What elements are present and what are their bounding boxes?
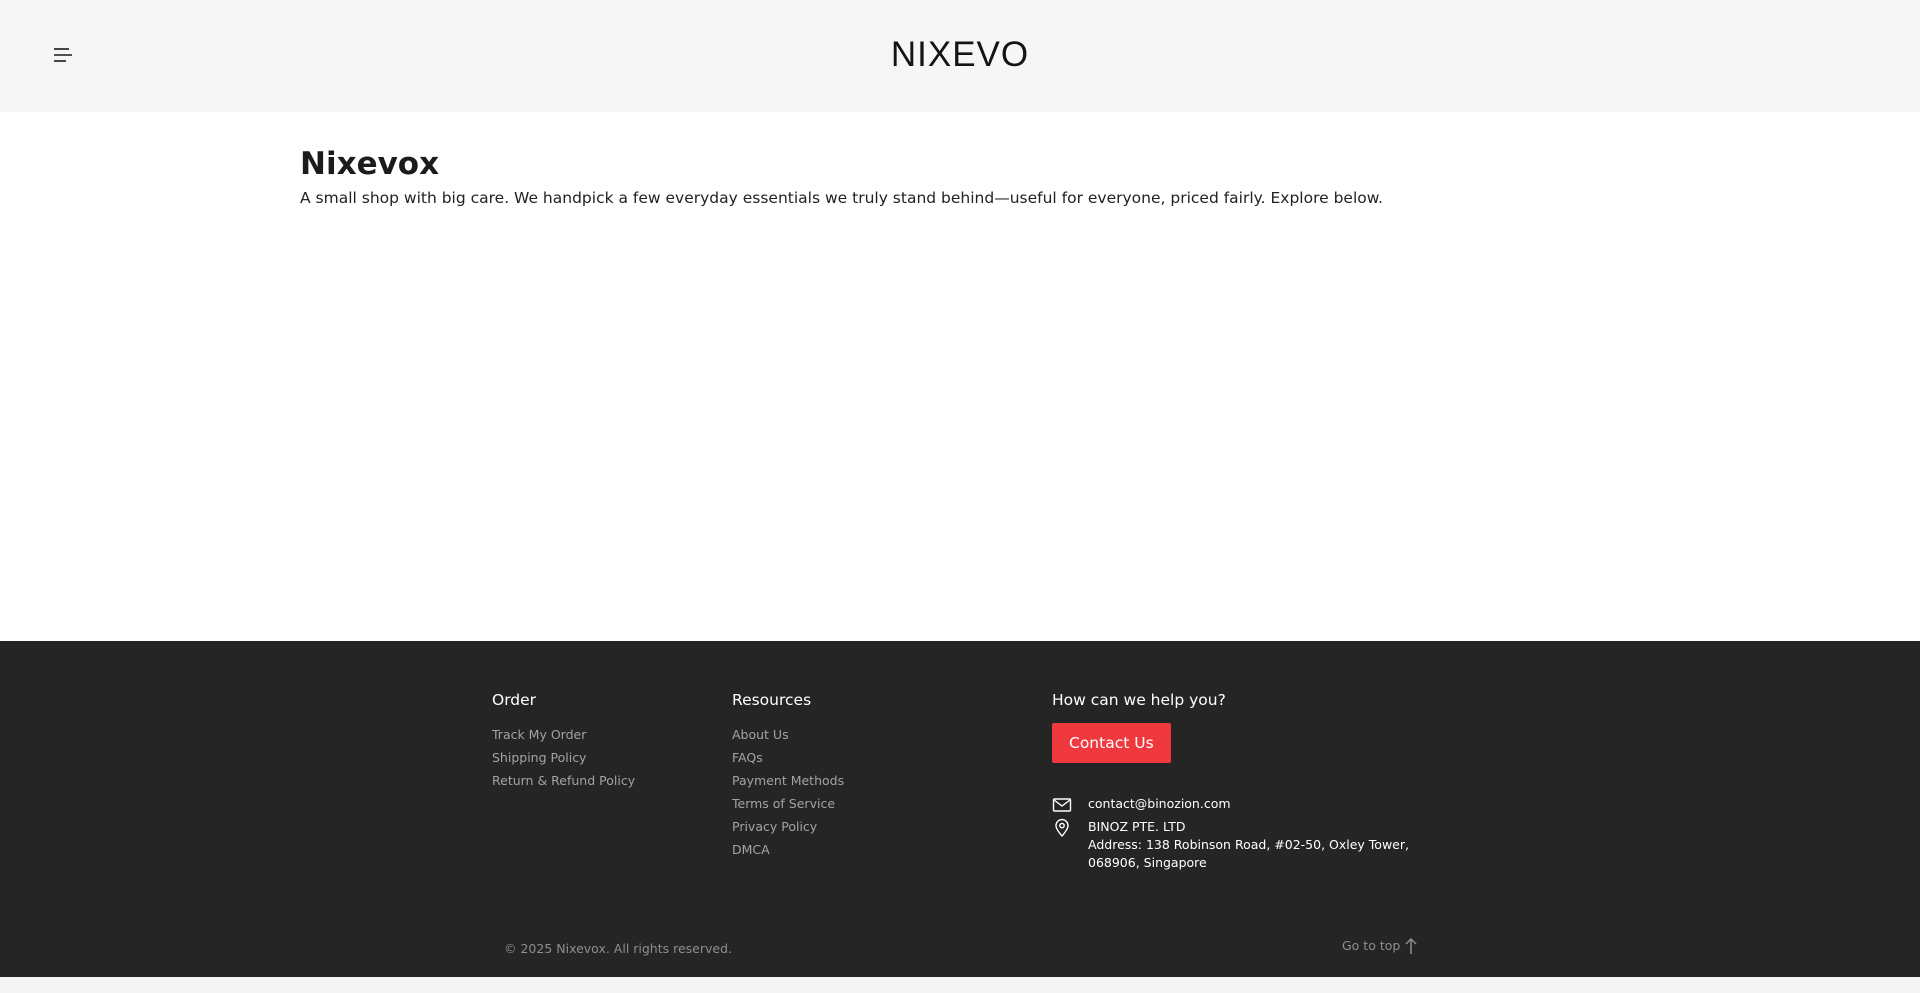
contact-address-block: BINOZ PTE. LTD Address: 138 Robinson Roa…: [1088, 818, 1409, 872]
address-line-1: Address: 138 Robinson Road, #02-50, Oxle…: [1088, 837, 1409, 852]
link-terms-of-service[interactable]: Terms of Service: [732, 792, 844, 815]
company-name: BINOZ PTE. LTD: [1088, 819, 1186, 834]
footer-column-help: How can we help you? Contact Us: [1052, 689, 1226, 763]
site-header: NIXEVO: [0, 0, 1920, 112]
site-logo[interactable]: NIXEVO: [0, 34, 1920, 76]
footer-column-resources: Resources About Us FAQs Payment Methods …: [732, 689, 844, 861]
page-title: Nixevox: [300, 146, 440, 182]
footer-heading-help: How can we help you?: [1052, 691, 1226, 709]
page-description: A small shop with big care. We handpick …: [300, 189, 1383, 207]
contact-email-row: contact@binozion.com: [1052, 795, 1231, 815]
page-bottom-strip: [0, 977, 1920, 993]
go-to-top-label: Go to top: [1342, 938, 1401, 953]
link-about-us[interactable]: About Us: [732, 723, 844, 746]
link-privacy-policy[interactable]: Privacy Policy: [732, 815, 844, 838]
link-return-refund-policy[interactable]: Return & Refund Policy: [492, 769, 635, 792]
footer-heading-resources: Resources: [732, 691, 812, 709]
arrow-up-icon: [1405, 937, 1417, 954]
contact-address-row: BINOZ PTE. LTD Address: 138 Robinson Roa…: [1052, 818, 1409, 872]
mail-icon: [1052, 798, 1072, 812]
link-faqs[interactable]: FAQs: [732, 746, 844, 769]
site-footer: Order Track My Order Shipping Policy Ret…: [0, 641, 1920, 977]
contact-us-button[interactable]: Contact Us: [1052, 723, 1171, 763]
order-links: Track My Order Shipping Policy Return & …: [492, 723, 635, 792]
copyright-text: © 2025 Nixevox. All rights reserved.: [504, 941, 733, 956]
footer-column-order: Order Track My Order Shipping Policy Ret…: [492, 689, 635, 792]
address-line-2: 068906, Singapore: [1088, 855, 1207, 870]
link-payment-methods[interactable]: Payment Methods: [732, 769, 844, 792]
link-dmca[interactable]: DMCA: [732, 838, 844, 861]
map-pin-icon: [1055, 818, 1069, 838]
go-to-top-button[interactable]: Go to top: [1342, 937, 1418, 955]
contact-email[interactable]: contact@binozion.com: [1088, 795, 1231, 813]
main-content: Nixevox A small shop with big care. We h…: [0, 112, 1920, 641]
resources-links: About Us FAQs Payment Methods Terms of S…: [732, 723, 844, 861]
link-track-my-order[interactable]: Track My Order: [492, 723, 635, 746]
footer-heading-order: Order: [492, 691, 537, 709]
link-shipping-policy[interactable]: Shipping Policy: [492, 746, 635, 769]
